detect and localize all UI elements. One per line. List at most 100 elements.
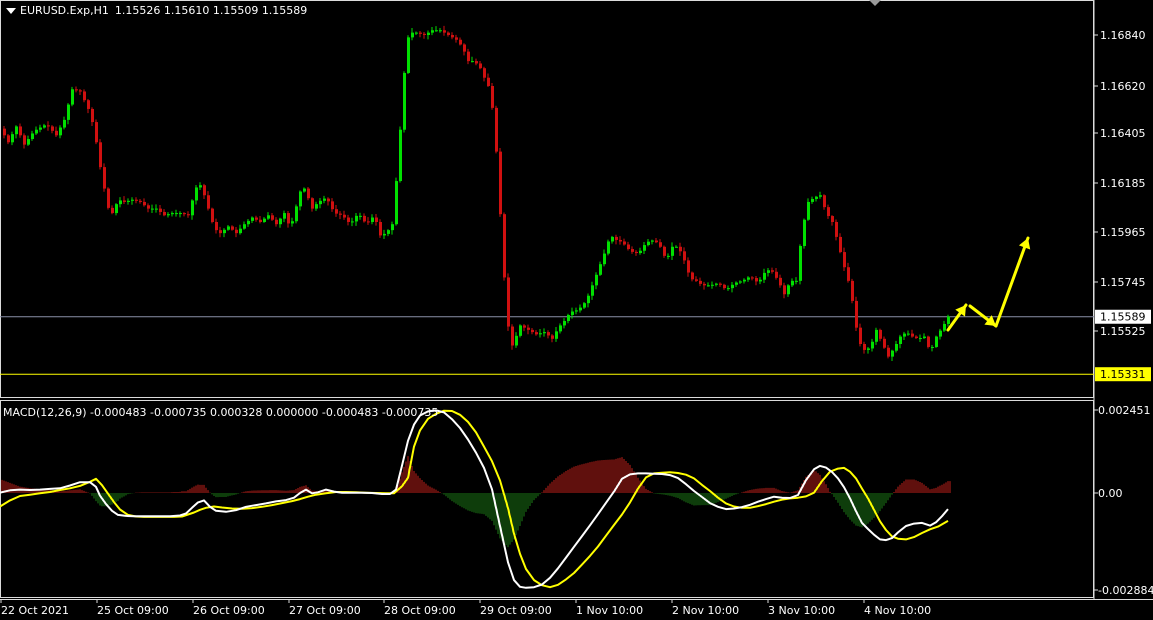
symbol-label: EURUSD.Exp,H1 — [20, 4, 109, 17]
dropdown-triangle-icon[interactable] — [6, 8, 16, 14]
bear-candle — [419, 32, 422, 34]
price-tick-label: 1.15965 — [1100, 226, 1146, 239]
bear-candle — [883, 338, 886, 348]
bear-candle — [683, 251, 686, 261]
bull-candle — [283, 213, 286, 219]
bear-candle — [147, 205, 150, 209]
bull-candle — [571, 311, 574, 316]
bull-candle — [179, 213, 182, 215]
bull-candle — [371, 217, 374, 222]
chart-window[interactable]: 1.16840 1.16620 1.16405 1.16185 1.15965 1.157… — [0, 0, 1153, 620]
bear-candle — [635, 251, 638, 254]
bear-candle — [679, 246, 682, 252]
bear-candle — [363, 215, 366, 222]
bear-candle — [307, 188, 310, 199]
bull-candle — [759, 279, 762, 282]
bear-candle — [379, 221, 382, 236]
bear-candle — [751, 277, 754, 279]
bear-candle — [87, 100, 90, 109]
price-tick-label: 1.15745 — [1100, 276, 1146, 289]
bear-candle — [275, 219, 278, 225]
bear-candle — [271, 215, 274, 220]
bear-candle — [831, 216, 834, 222]
bull-candle — [303, 188, 306, 192]
bear-candle — [467, 51, 470, 62]
bull-candle — [787, 285, 790, 295]
bull-candle — [155, 208, 158, 210]
bull-candle — [63, 119, 66, 128]
bull-candle — [727, 288, 730, 290]
bear-candle — [855, 300, 858, 328]
bull-candle — [359, 215, 362, 217]
time-tick-label: 4 Nov 10:00 — [864, 604, 931, 617]
price-tick-label: 1.16620 — [1100, 80, 1146, 93]
bear-candle — [99, 142, 102, 168]
bull-candle — [899, 336, 902, 344]
bear-candle — [183, 213, 186, 215]
bull-candle — [519, 325, 522, 336]
bear-candle — [503, 214, 506, 278]
bull-candle — [891, 350, 894, 357]
bull-candle — [151, 208, 154, 210]
bull-candle — [919, 338, 922, 340]
bull-candle — [543, 332, 546, 334]
chart-shift-marker-icon[interactable] — [869, 0, 881, 6]
bull-candle — [591, 285, 594, 296]
bear-candle — [487, 77, 490, 86]
bull-candle — [799, 246, 802, 281]
bull-candle — [319, 200, 322, 205]
bull-candle — [435, 30, 438, 32]
bull-candle — [895, 343, 898, 351]
bull-candle — [947, 316, 950, 324]
bear-candle — [3, 128, 6, 136]
bull-candle — [583, 303, 586, 308]
bear-candle — [843, 252, 846, 268]
bear-candle — [343, 214, 346, 218]
bull-candle — [471, 61, 474, 63]
bull-candle — [131, 199, 134, 201]
bear-candle — [719, 283, 722, 285]
bull-candle — [439, 30, 442, 32]
bull-candle — [815, 196, 818, 199]
bull-candle — [539, 333, 542, 335]
bear-candle — [827, 207, 830, 217]
bear-candle — [775, 271, 778, 278]
bear-candle — [779, 277, 782, 286]
bear-candle — [7, 135, 10, 143]
bull-candle — [355, 215, 358, 222]
bull-candle — [323, 198, 326, 201]
bear-candle — [163, 211, 166, 216]
time-tick-label: 26 Oct 09:00 — [193, 604, 265, 617]
bull-candle — [227, 226, 230, 230]
bear-candle — [51, 126, 54, 131]
bear-candle — [103, 167, 106, 189]
bear-candle — [19, 126, 22, 136]
bull-candle — [71, 89, 74, 105]
bear-candle — [91, 108, 94, 123]
bear-candle — [375, 217, 378, 222]
bear-candle — [339, 213, 342, 215]
bull-candle — [579, 307, 582, 311]
bull-candle — [715, 283, 718, 285]
bull-candle — [923, 336, 926, 339]
bear-candle — [459, 39, 462, 45]
bull-candle — [279, 218, 282, 225]
bear-candle — [447, 32, 450, 35]
bear-candle — [783, 285, 786, 295]
bear-candle — [511, 326, 514, 346]
bear-candle — [495, 107, 498, 152]
bear-candle — [135, 199, 138, 201]
bear-candle — [331, 201, 334, 210]
bull-candle — [763, 272, 766, 280]
bear-candle — [47, 125, 50, 127]
bull-candle — [639, 250, 642, 254]
bull-candle — [935, 336, 938, 347]
chart-canvas[interactable]: 1.16840 1.16620 1.16405 1.16185 1.15965 1.157… — [0, 0, 1153, 620]
bear-candle — [455, 37, 458, 40]
bear-candle — [547, 332, 550, 336]
bear-candle — [55, 130, 58, 136]
bear-candle — [207, 195, 210, 209]
bear-candle — [203, 185, 206, 196]
price-panel-header: EURUSD.Exp,H1 1.15526 1.15610 1.15509 1.1… — [0, 2, 307, 20]
bear-candle — [259, 219, 262, 222]
